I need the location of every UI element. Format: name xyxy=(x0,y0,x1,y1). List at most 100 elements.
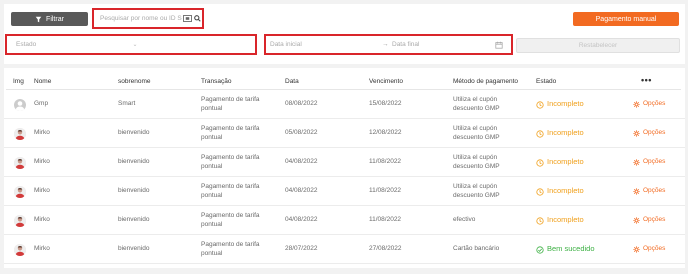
date-start-input[interactable]: Data inicial xyxy=(270,41,382,48)
header-nome[interactable]: Nome xyxy=(34,78,51,85)
clock-icon xyxy=(536,216,544,225)
cell-transacao-line1: Pagamento de tarifa xyxy=(201,183,260,190)
calendar-icon[interactable] xyxy=(495,41,503,49)
header-data[interactable]: Data xyxy=(285,78,299,85)
header-metodo[interactable]: Método de pagamento xyxy=(453,78,518,85)
table-row[interactable]: Mirko bienvenido Pagamento de tarifa pont… xyxy=(4,148,685,177)
qr-scan-icon[interactable] xyxy=(183,15,192,22)
cell-metodo-line1: Utiliza el cupón xyxy=(453,183,498,190)
status-label: Incompleto xyxy=(547,128,584,138)
options-label: Opções xyxy=(643,216,666,224)
options-label: Opções xyxy=(643,187,666,195)
clock-icon xyxy=(536,187,544,196)
cell-data: 05/08/2022 xyxy=(285,129,318,137)
cell-sobrenome: Smart xyxy=(118,100,136,108)
table-row[interactable]: Mirko bienvenido Pagamento de tarifa pont… xyxy=(4,177,685,206)
header-transacao[interactable]: Transação xyxy=(201,78,231,85)
cell-vencimento: 11/08/2022 xyxy=(369,158,402,166)
avatar xyxy=(14,214,26,227)
gear-icon xyxy=(633,188,640,195)
gear-icon xyxy=(633,217,640,224)
status-label: Incompleto xyxy=(547,215,584,225)
status-label: Incompleto xyxy=(547,186,584,196)
header-img: Img xyxy=(13,78,24,85)
cell-metodo-line1: Utiliza el cupón xyxy=(453,96,498,103)
status-badge: Incompleto xyxy=(536,129,584,138)
date-range-picker[interactable]: Data inicial → Data final xyxy=(264,34,513,55)
avatar xyxy=(14,156,26,169)
header-estado[interactable]: Estado xyxy=(536,78,556,85)
search-placeholder: Pesquisar por nome ou ID S xyxy=(100,15,182,22)
cell-data: 04/08/2022 xyxy=(285,187,318,195)
cell-metodo-line1: efectivo xyxy=(453,216,476,224)
date-end-input[interactable]: Data final xyxy=(392,41,495,48)
cell-metodo-line2: descuento GMP xyxy=(453,133,500,141)
cell-metodo-line1: Utiliza el cupón xyxy=(453,125,498,132)
filter-button-label: Filtrar xyxy=(46,15,64,23)
arrow-right-icon: → xyxy=(382,41,389,48)
options-button[interactable]: Opções xyxy=(633,187,665,196)
cell-nome: Mirko xyxy=(34,187,50,195)
avatar xyxy=(14,185,26,198)
cell-transacao-line2: pontual xyxy=(201,191,223,199)
cell-metodo-line2: descuento GMP xyxy=(453,104,500,112)
funnel-icon xyxy=(35,16,42,22)
cell-sobrenome: bienvenido xyxy=(118,187,150,195)
cell-nome: Mirko xyxy=(34,216,50,224)
manual-payment-button[interactable]: Pagamento manual xyxy=(573,12,679,26)
filter-button[interactable]: Filtrar xyxy=(11,12,88,26)
cell-vencimento: 12/08/2022 xyxy=(369,129,402,137)
cell-vencimento: 11/08/2022 xyxy=(369,187,402,195)
cell-nome: Mirko xyxy=(34,129,50,137)
options-button[interactable]: Opções xyxy=(633,216,665,225)
chevron-down-icon: ⌄ xyxy=(132,42,138,48)
cell-data: 04/08/2022 xyxy=(285,216,318,224)
options-label: Opções xyxy=(643,158,666,166)
cell-sobrenome: bienvenido xyxy=(118,158,150,166)
cell-transacao-line2: pontual xyxy=(201,220,223,228)
cell-vencimento: 11/08/2022 xyxy=(369,216,402,224)
options-button[interactable]: Opções xyxy=(633,129,665,138)
cell-metodo-line1: Utiliza el cupón xyxy=(453,154,498,161)
table-row[interactable]: Mirko bienvenido Pagamento de tarifa pont… xyxy=(4,119,685,148)
cell-data: 08/08/2022 xyxy=(285,100,318,108)
status-badge: Incompleto xyxy=(536,100,584,109)
cell-transacao-line1: Pagamento de tarifa xyxy=(201,212,260,219)
options-button[interactable]: Opções xyxy=(633,245,665,254)
search-input[interactable]: Pesquisar por nome ou ID S xyxy=(92,8,204,29)
cell-nome: Gmp xyxy=(34,100,49,108)
avatar xyxy=(14,243,26,256)
status-badge: Incompleto xyxy=(536,216,584,225)
cell-transacao-line2: pontual xyxy=(201,133,223,141)
cell-transacao-line2: pontual xyxy=(201,249,223,257)
cell-sobrenome: bienvenido xyxy=(118,216,150,224)
cell-data: 28/07/2022 xyxy=(285,245,318,253)
options-button[interactable]: Opções xyxy=(633,100,665,109)
check-circle-icon xyxy=(536,245,544,254)
cell-transacao-line1: Pagamento de tarifa xyxy=(201,125,260,132)
cell-transacao-line1: Pagamento de tarifa xyxy=(201,154,260,161)
cell-sobrenome: bienvenido xyxy=(118,245,150,253)
status-label: Bem sucedido xyxy=(547,244,595,254)
table-row[interactable]: Mirko bienvenido Pagamento de tarifa pont… xyxy=(4,235,685,264)
avatar xyxy=(14,98,26,111)
options-label: Opções xyxy=(643,100,666,108)
cell-nome: Mirko xyxy=(34,158,50,166)
status-badge: Incompleto xyxy=(536,187,584,196)
cell-transacao-line1: Pagamento de tarifa xyxy=(201,241,260,248)
cell-transacao-line2: pontual xyxy=(201,104,223,112)
header-sobrenome[interactable]: sobrenome xyxy=(118,78,151,85)
estado-select[interactable]: Estado ⌄ xyxy=(5,34,257,55)
more-options-icon[interactable]: ••• xyxy=(641,75,652,85)
options-button[interactable]: Opções xyxy=(633,158,665,167)
search-icon[interactable] xyxy=(193,15,201,22)
table-row[interactable]: Gmp Smart Pagamento de tarifa pontual 08/… xyxy=(4,90,685,119)
reset-button[interactable]: Restabelecer xyxy=(516,38,680,53)
cell-data: 04/08/2022 xyxy=(285,158,318,166)
cell-metodo-line2: descuento GMP xyxy=(453,191,500,199)
table-row[interactable]: Mirko bienvenido Pagamento de tarifa pont… xyxy=(4,206,685,235)
cell-metodo-line1: Cartão bancário xyxy=(453,245,500,253)
clock-icon xyxy=(536,100,544,109)
avatar xyxy=(14,127,26,140)
header-vencimento[interactable]: Vencimento xyxy=(369,78,403,85)
